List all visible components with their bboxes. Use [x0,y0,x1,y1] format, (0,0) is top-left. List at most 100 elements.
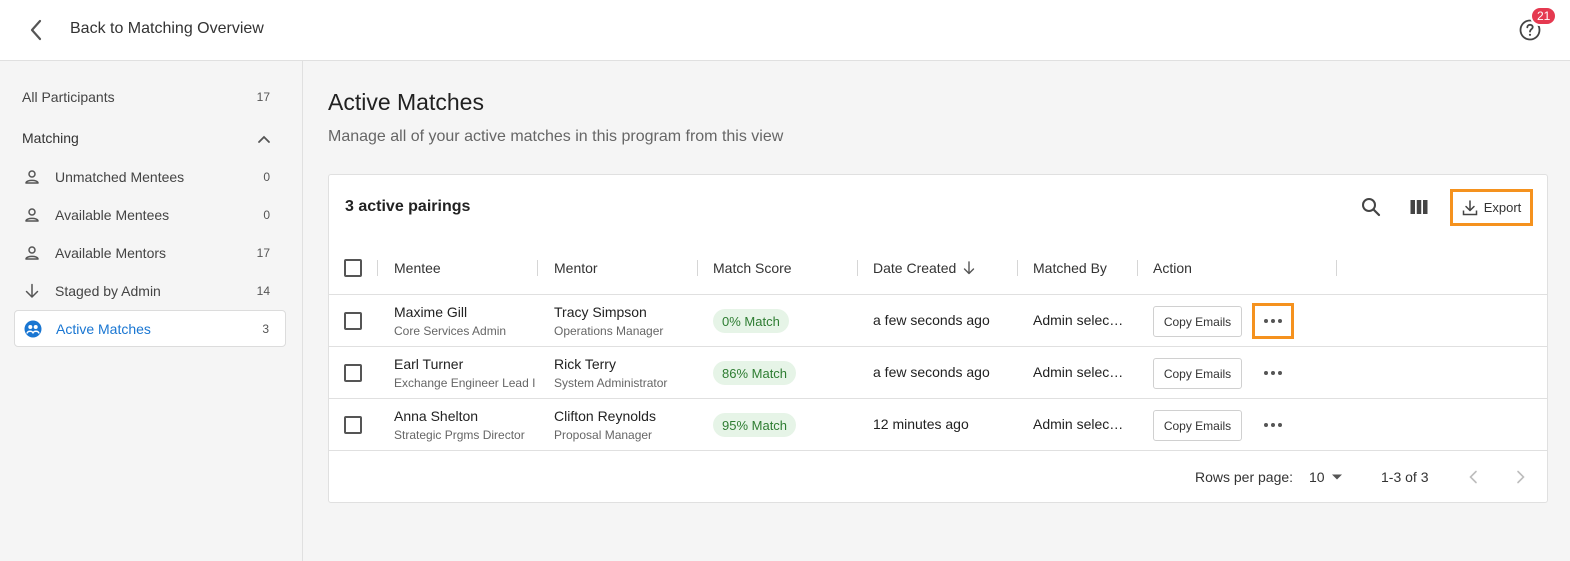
date-created: a few seconds ago [873,312,990,328]
columns-button[interactable] [1407,195,1431,219]
column-header-mentor[interactable]: Mentor [554,260,598,276]
sidebar-item-label: Unmatched Mentees [55,168,185,185]
chevron-right-icon [1517,470,1525,484]
mentor-name: Tracy Simpson [554,304,647,320]
match-score-badge: 86% Match [713,361,797,385]
sidebar-item-label: Active Matches [56,320,151,337]
download-icon [1462,199,1477,215]
search-button[interactable] [1359,195,1383,219]
table-title: 3 active pairings [345,198,471,215]
chevron-left-icon [30,19,42,41]
column-header-match-score[interactable]: Match Score [713,260,792,276]
column-header-matched-by[interactable]: Matched By [1033,260,1107,276]
rows-per-page-value: 10 [1309,469,1325,485]
sidebar: All Participants 17 Matching Unmatched M… [0,61,303,561]
match-score-badge: 0% Match [713,309,789,333]
top-bar: Back to Matching Overview 21 [0,0,1570,61]
mentee-title: Exchange Engineer Lead I [394,376,536,390]
search-icon [1362,198,1381,217]
matched-by: Admin selec… [1033,364,1124,380]
column-header-label: Date Created [873,260,957,276]
copy-emails-button[interactable]: Copy Emails [1153,306,1242,337]
copy-emails-button[interactable]: Copy Emails [1153,410,1242,441]
column-separator [537,260,538,276]
sidebar-item-count: 17 [256,89,270,104]
table-pagination: Rows per page: 10 1-3 of 3 [329,451,1547,503]
page-title: Active Matches [328,89,484,115]
copy-emails-button[interactable]: Copy Emails [1153,358,1242,389]
more-actions-button[interactable] [1252,355,1294,391]
sidebar-item-count: 14 [256,283,270,298]
pagination-range: 1-3 of 3 [1381,469,1429,485]
person-icon [22,167,42,187]
mentee-name: Maxime Gill [394,304,468,320]
row-checkbox[interactable] [344,312,362,330]
mentee-name: Earl Turner [394,356,464,372]
sidebar-item-active-matches[interactable]: Active Matches 3 [14,310,286,347]
mentor-title: Proposal Manager [554,428,653,442]
sidebar-item-count: 0 [263,207,270,222]
column-separator [857,260,858,276]
sidebar-item-unmatched-mentees[interactable]: Unmatched Mentees 0 [14,158,286,195]
mentee-title: Core Services Admin [394,324,507,338]
date-created: 12 minutes ago [873,416,969,432]
column-separator [697,260,698,276]
export-button[interactable]: Export [1450,189,1533,226]
matched-by: Admin selec… [1033,312,1124,328]
collapse-button[interactable] [256,131,272,147]
column-separator [1017,260,1018,276]
column-separator [1336,260,1337,276]
sidebar-item-count: 17 [256,245,270,260]
mentee-title: Strategic Prgms Director [394,428,525,442]
person-icon [22,205,42,225]
sidebar-item-all-participants[interactable]: All Participants 17 [14,78,286,115]
sidebar-item-count: 0 [263,169,270,184]
chevron-left-icon [1469,470,1477,484]
more-actions-button[interactable] [1252,407,1294,443]
arrow-down-icon [22,281,42,301]
table-row[interactable]: Earl Turner Exchange Engineer Lead I Ric… [329,347,1547,399]
sidebar-item-available-mentees[interactable]: Available Mentees 0 [14,196,286,233]
matches-table-card: 3 active pairings Export Mentee Mentor M… [328,174,1548,503]
previous-page-button[interactable] [1461,465,1485,489]
more-horizontal-icon [1264,319,1282,323]
matched-by: Admin selec… [1033,416,1124,432]
rows-per-page-label: Rows per page: [1195,469,1294,485]
column-header-date-created[interactable]: Date Created [873,260,976,276]
columns-icon [1410,200,1428,214]
mentor-name: Rick Terry [554,356,616,372]
rows-per-page-select[interactable]: 10 [1309,465,1343,489]
sidebar-item-staged-by-admin[interactable]: Staged by Admin 14 [14,272,286,309]
notification-badge: 21 [1530,6,1558,26]
table-row[interactable]: Maxime Gill Core Services Admin Tracy Si… [329,295,1547,347]
row-checkbox[interactable] [344,364,362,382]
export-label: Export [1483,200,1522,215]
chevron-up-icon [258,135,270,143]
person-icon [22,243,42,263]
mentor-name: Clifton Reynolds [554,408,656,424]
column-separator [1137,260,1138,276]
sidebar-section-matching: Matching [22,130,79,146]
row-checkbox[interactable] [344,416,362,434]
table-row[interactable]: Anna Shelton Strategic Prgms Director Cl… [329,399,1547,451]
column-header-action: Action [1153,260,1192,276]
column-separator [377,260,378,276]
matches-icon [23,319,43,339]
sidebar-item-label: Available Mentees [55,206,170,223]
column-header-mentee[interactable]: Mentee [394,260,441,276]
back-label[interactable]: Back to Matching Overview [70,20,264,38]
more-horizontal-icon [1264,371,1282,375]
more-actions-button[interactable] [1252,303,1294,339]
sidebar-item-count: 3 [262,321,269,336]
date-created: a few seconds ago [873,364,990,380]
select-all-checkbox[interactable] [344,259,362,277]
table-header: Mentee Mentor Match Score Date Created M… [329,243,1547,295]
next-page-button[interactable] [1509,465,1533,489]
back-button[interactable] [22,16,50,44]
match-score-badge: 95% Match [713,413,797,437]
sort-descending-icon [964,261,975,275]
sidebar-item-label: All Participants [22,88,115,105]
sidebar-item-available-mentors[interactable]: Available Mentors 17 [14,234,286,271]
more-horizontal-icon [1264,423,1282,427]
sidebar-item-label: Staged by Admin [55,282,161,299]
